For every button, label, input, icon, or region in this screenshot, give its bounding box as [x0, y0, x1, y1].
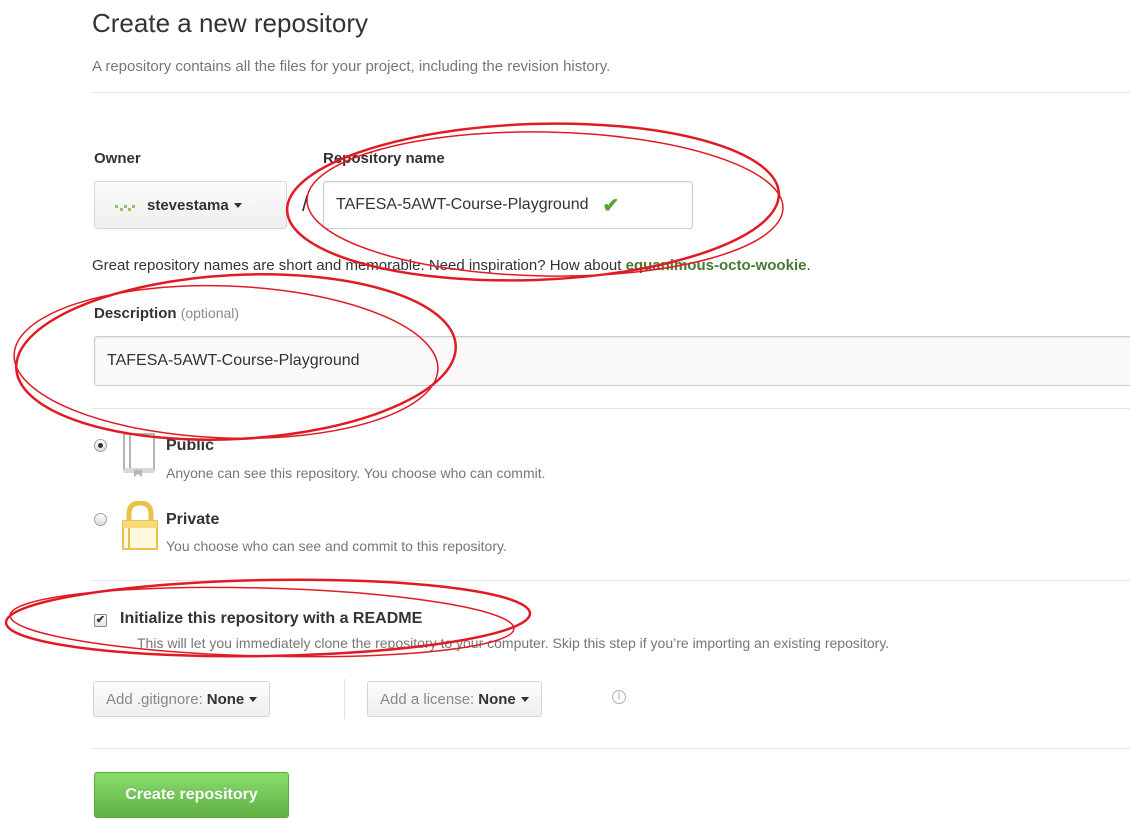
public-desc: Anyone can see this repository. You choo…: [166, 465, 546, 481]
info-icon[interactable]: i: [612, 690, 626, 704]
divider: [92, 580, 1130, 581]
page-title: Create a new repository: [92, 8, 369, 38]
divider: [92, 408, 1130, 409]
chevron-down-icon: [520, 696, 529, 702]
name-suggestion-link[interactable]: equanimous-octo-wookie: [626, 257, 807, 274]
optional-tag: (optional): [180, 305, 240, 321]
avatar: [115, 199, 135, 211]
owner-repo-separator: /: [302, 191, 309, 216]
divider: [92, 92, 1130, 93]
page-subtitle: A repository contains all the files for …: [92, 58, 611, 75]
repository-name-input[interactable]: TAFESA-5AWT-Course-Playground ✔: [323, 181, 693, 229]
owner-select-button[interactable]: stevestama: [94, 181, 287, 229]
private-radio[interactable]: [94, 513, 107, 526]
gitignore-label: Add .gitignore:: [106, 690, 203, 708]
public-radio[interactable]: [94, 439, 107, 452]
owner-name: stevestama: [147, 196, 229, 214]
name-hint: Great repository names are short and mem…: [92, 257, 811, 274]
hint-end: .: [806, 257, 811, 274]
create-repository-button[interactable]: Create repository: [94, 772, 289, 818]
license-select[interactable]: Add a license: None: [367, 681, 542, 717]
chevron-down-icon: [249, 696, 258, 702]
owner-label: Owner: [94, 150, 141, 167]
separator: [344, 679, 345, 719]
hint-text: Great repository names are short and mem…: [92, 257, 626, 274]
repository-name-value: TAFESA-5AWT-Course-Playground: [336, 196, 589, 213]
readme-title: Initialize this repository with a README: [120, 610, 423, 627]
divider: [92, 748, 1130, 749]
gitignore-value: None: [206, 690, 245, 708]
description-input[interactable]: TAFESA-5AWT-Course-Playground: [94, 336, 1130, 386]
repo-public-icon: [123, 433, 155, 477]
chevron-down-icon: [233, 202, 242, 208]
license-value: None: [478, 690, 516, 708]
lock-icon: [122, 501, 158, 550]
repository-name-label: Repository name: [323, 150, 445, 167]
private-title: Private: [166, 511, 220, 528]
check-icon: ✔: [602, 194, 620, 217]
private-desc: You choose who can see and commit to thi…: [166, 538, 507, 554]
description-label-text: Description: [94, 305, 177, 322]
gitignore-select[interactable]: Add .gitignore: None: [93, 681, 271, 717]
readme-checkbox[interactable]: ✔: [94, 614, 107, 627]
description-value: TAFESA-5AWT-Course-Playground: [107, 352, 360, 369]
description-label: Description (optional): [94, 305, 239, 322]
readme-desc: This will let you immediately clone the …: [137, 635, 890, 651]
license-label: Add a license:: [380, 690, 475, 708]
public-title: Public: [166, 437, 215, 454]
